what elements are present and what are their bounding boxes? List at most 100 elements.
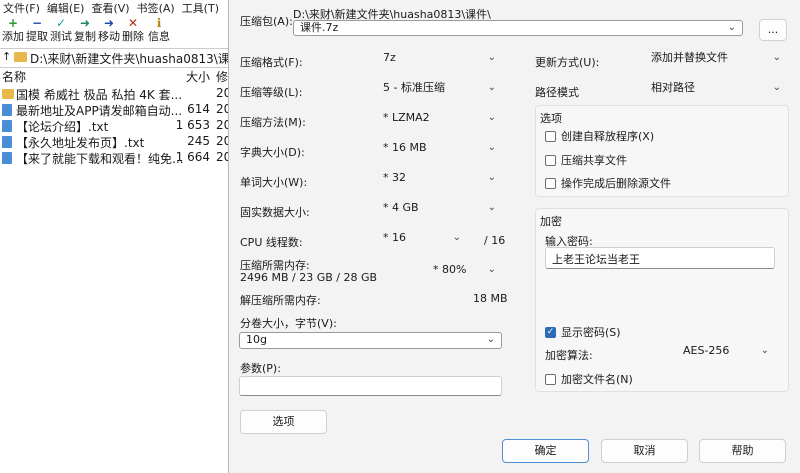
archive-label: 压缩包(A):: [240, 15, 293, 28]
help-button[interactable]: 帮助: [699, 439, 786, 463]
file-name: 【论坛介绍】.txt: [16, 120, 109, 134]
encrypt-names-label: 加密文件名(N): [561, 373, 633, 386]
folder-icon: [14, 52, 27, 62]
memory-percent-select[interactable]: * 80% ⌄: [427, 263, 502, 279]
memory-decompress-value: 18 MB: [473, 292, 508, 305]
column-name-header[interactable]: 名称: [2, 68, 26, 85]
chevron-down-icon: ⌄: [772, 82, 781, 93]
split-volume-value: 10g: [246, 333, 267, 346]
browse-button[interactable]: ...: [759, 19, 787, 41]
menu-file[interactable]: 文件(F): [0, 0, 44, 16]
method-select[interactable]: * LZMA2 ⌄: [377, 111, 502, 127]
up-arrow-icon[interactable]: ↑: [2, 50, 11, 63]
chevron-down-icon: ⌄: [772, 52, 781, 63]
menu-edit[interactable]: 编辑(E): [44, 0, 89, 16]
word-size-select[interactable]: * 32 ⌄: [377, 171, 502, 187]
file-list: 国模 希威社 极品 私拍 4K 套... 20 最新地址及APP请发邮箱自动..…: [0, 86, 232, 166]
chevron-down-icon: ⌄: [487, 52, 496, 63]
chevron-down-icon[interactable]: ⌄: [728, 21, 736, 35]
update-mode-label: 更新方式(U):: [535, 56, 600, 69]
check-icon: ✓: [55, 16, 67, 30]
add-button[interactable]: + 添加: [0, 16, 26, 44]
threads-max: / 16: [484, 234, 506, 247]
format-value: 7z: [383, 51, 396, 64]
word-size-label: 单词大小(W):: [240, 176, 308, 189]
delete-button[interactable]: ✕ 删除: [120, 16, 146, 44]
test-button[interactable]: ✓ 测试: [48, 16, 74, 44]
checkbox-unchecked[interactable]: [545, 130, 556, 142]
menu-bookmarks[interactable]: 书签(A): [134, 0, 179, 16]
path-mode-label: 路径模式: [535, 86, 579, 99]
method-label: 压缩方法(M):: [240, 116, 306, 129]
options-button[interactable]: 选项: [240, 410, 327, 434]
list-item[interactable]: 【论坛介绍】.txt 1 653 20: [0, 118, 232, 134]
word-size-value: * 32: [383, 171, 406, 184]
test-label: 测试: [50, 30, 72, 43]
checkbox-unchecked[interactable]: [545, 373, 556, 385]
list-item[interactable]: 【永久地址发布页】.txt 245 20: [0, 134, 232, 150]
delete-after-checkbox[interactable]: 操作完成后删除源文件: [545, 175, 671, 191]
info-label: 信息: [148, 30, 170, 43]
menu-view[interactable]: 查看(V): [88, 0, 133, 16]
show-password-checkbox[interactable]: ✓ 显示密码(S): [545, 324, 621, 340]
level-label: 压缩等级(L):: [240, 86, 303, 99]
solid-block-value: * 4 GB: [383, 201, 419, 214]
list-item[interactable]: 国模 希威社 极品 私拍 4K 套... 20: [0, 86, 232, 102]
file-size: 245: [187, 134, 210, 148]
copy-button[interactable]: ➜ 复制: [72, 16, 98, 44]
close-icon: ✕: [127, 16, 139, 30]
parameters-input[interactable]: [239, 376, 502, 396]
checkbox-checked-icon[interactable]: ✓: [545, 326, 556, 338]
file-size: 614: [187, 102, 210, 116]
list-item[interactable]: 【来了就能下载和观看！纯免... 1 664 20: [0, 150, 232, 166]
info-button[interactable]: ℹ 信息: [146, 16, 172, 44]
address-bar[interactable]: ↑ D:\来财\新建文件夹\huasha0813\课件\: [0, 48, 246, 68]
file-icon: [2, 136, 12, 148]
list-item[interactable]: 最新地址及APP请发邮箱自动... 614 20: [0, 102, 232, 118]
toolbar: + 添加 − 提取 ✓ 测试 ➜ 复制 ➜ 移动 ✕ 删除 ℹ 信息: [0, 16, 232, 48]
encryption-method-select[interactable]: AES-256 ⌄: [677, 344, 775, 360]
file-size: 1 664: [175, 150, 210, 164]
chevron-down-icon[interactable]: ⌄: [487, 333, 495, 347]
column-modified-header[interactable]: 修: [216, 68, 228, 85]
checkbox-unchecked[interactable]: [545, 154, 556, 166]
file-icon: [2, 120, 12, 132]
compress-shared-checkbox[interactable]: 压缩共享文件: [545, 152, 627, 168]
checkbox-unchecked[interactable]: [545, 177, 556, 189]
menu-tools[interactable]: 工具(T): [179, 0, 223, 16]
dictionary-select[interactable]: * 16 MB ⌄: [377, 141, 502, 157]
split-volume-label: 分卷大小，字节(V):: [240, 317, 337, 330]
ok-button[interactable]: 确定: [502, 439, 589, 463]
file-icon: [2, 104, 12, 116]
solid-block-select[interactable]: * 4 GB ⌄: [377, 201, 502, 217]
add-to-archive-dialog: 压缩包(A): D:\来财\新建文件夹\huasha0813\课件\ 课件.7z…: [228, 0, 800, 473]
format-select[interactable]: 7z ⌄: [377, 51, 502, 67]
options-group-title: 选项: [540, 112, 562, 125]
level-value: 5 - 标准压缩: [383, 81, 445, 94]
threads-select[interactable]: * 16 ⌄: [377, 231, 467, 247]
arrow-right-icon: ➜: [103, 16, 115, 30]
split-volume-combobox[interactable]: 10g ⌄: [239, 332, 502, 349]
column-size-header[interactable]: 大小: [186, 68, 210, 85]
dictionary-value: * 16 MB: [383, 141, 427, 154]
encrypt-names-checkbox[interactable]: 加密文件名(N): [545, 371, 633, 387]
file-size: 1 653: [175, 118, 210, 132]
move-button[interactable]: ➜ 移动: [96, 16, 122, 44]
chevron-down-icon: ⌄: [452, 232, 461, 243]
path-mode-value: 相对路径: [651, 81, 695, 94]
file-icon: [2, 152, 12, 164]
chevron-down-icon: ⌄: [487, 112, 496, 123]
update-mode-select[interactable]: 添加并替换文件 ⌄: [645, 51, 787, 67]
delete-after-label: 操作完成后删除源文件: [561, 177, 671, 190]
path-mode-select[interactable]: 相对路径 ⌄: [645, 81, 787, 97]
encryption-group-title: 加密: [540, 215, 562, 228]
password-input[interactable]: 上老王论坛当老王: [545, 247, 775, 269]
archive-name-combobox[interactable]: 课件.7z ⌄: [293, 20, 743, 36]
threads-value: * 16: [383, 231, 406, 244]
format-label: 压缩格式(F):: [240, 56, 303, 69]
extract-button[interactable]: − 提取: [24, 16, 50, 44]
file-name: 国模 希威社 极品 私拍 4K 套...: [16, 88, 183, 102]
create-sfx-checkbox[interactable]: 创建自释放程序(X): [545, 128, 654, 144]
level-select[interactable]: 5 - 标准压缩 ⌄: [377, 81, 502, 97]
cancel-button[interactable]: 取消: [601, 439, 688, 463]
